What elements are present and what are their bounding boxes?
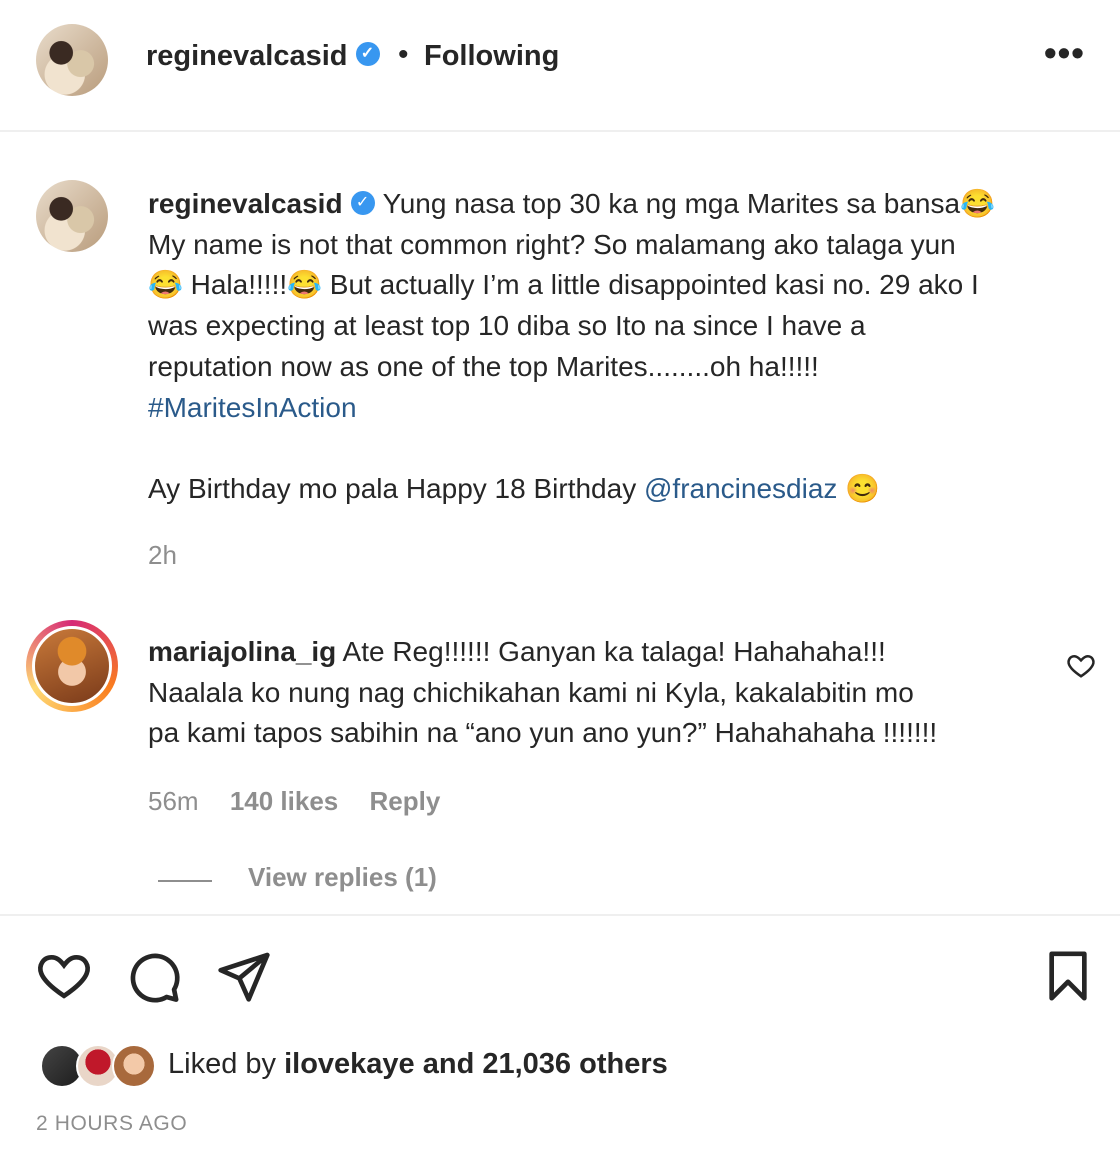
caption-line-4: was expecting at least top 10 diba so It… [148, 310, 866, 342]
hashtag-link[interactable]: #MaritesInAction [148, 392, 357, 423]
comment-line-2: Naalala ko nung nag chichikahan kami ni … [148, 676, 914, 708]
caption-timestamp: 2h [148, 540, 177, 570]
caption-emoji: 😊 [845, 472, 881, 504]
liked-by-avatars[interactable] [40, 1044, 160, 1090]
verified-badge-icon: ✓ [350, 190, 375, 215]
caption-birthday-text: Ay Birthday mo pala Happy 18 Birthday [148, 472, 637, 504]
liked-by-text: Liked by ilovekaye and 21,036 others [168, 1048, 668, 1081]
comment-meta: 56m 140 likes Reply [148, 786, 464, 817]
mention-link[interactable]: @francinesdiaz [644, 473, 837, 504]
header-username-text[interactable]: reginevalcasid [146, 40, 348, 72]
comment-likes-count[interactable]: 140 likes [230, 786, 338, 816]
verified-badge-icon: ✓ [355, 42, 380, 67]
view-replies-button[interactable]: View replies (1) [248, 862, 437, 893]
author-avatar[interactable] [36, 24, 108, 96]
comment-text: mariajolina_ig Ate Reg!!!!!! Ganyan ka t… [148, 632, 1048, 754]
caption-line-3: 😂 Hala!!!!!😂 But actually I’m a little d… [148, 269, 979, 301]
liked-by-user[interactable]: ilovekaye [284, 1048, 415, 1080]
liked-avatar[interactable] [112, 1044, 156, 1088]
comment-line-1: Ate Reg!!!!!! Ganyan ka talaga! Hahahaha… [342, 636, 886, 667]
post-caption: reginevalcasid ✓ Yung nasa top 30 ka ng mg… [148, 184, 1098, 510]
comment-like-heart-icon[interactable] [1066, 650, 1096, 680]
following-button[interactable]: Following [424, 40, 559, 73]
header-separator: • [398, 38, 409, 71]
caption-line-5: reputation now as one of the top Marites… [148, 350, 819, 382]
liked-by-others[interactable]: and 21,036 others [423, 1048, 668, 1080]
comment-timestamp: 56m [148, 786, 199, 816]
comment-username[interactable]: mariajolina_ig [148, 636, 336, 667]
commenter-avatar[interactable] [32, 626, 112, 706]
more-options-icon[interactable]: ••• [1044, 32, 1085, 74]
caption-line-1: Yung nasa top 30 ka ng mga Marites sa ba… [382, 188, 995, 219]
post-timestamp: 2 HOURS AGO [36, 1112, 188, 1135]
commenter-story-ring[interactable] [26, 620, 118, 712]
caption-username[interactable]: reginevalcasid [148, 188, 343, 219]
caption-line-2: My name is not that common right? So mal… [148, 228, 956, 260]
header-divider [0, 130, 1120, 132]
send-icon[interactable] [216, 948, 272, 1004]
bookmark-icon[interactable] [1040, 948, 1096, 1004]
heart-icon[interactable] [36, 948, 92, 1004]
comment-line-3: pa kami tapos sabihin na “ano yun ano yu… [148, 717, 938, 749]
header-username[interactable]: reginevalcasid ✓ [146, 40, 380, 73]
view-replies-line [158, 880, 212, 882]
actions-divider [0, 914, 1120, 916]
liked-by-prefix: Liked by [168, 1048, 277, 1080]
caption-avatar[interactable] [36, 180, 108, 252]
comment-icon[interactable] [126, 948, 182, 1004]
reply-button[interactable]: Reply [369, 786, 440, 816]
